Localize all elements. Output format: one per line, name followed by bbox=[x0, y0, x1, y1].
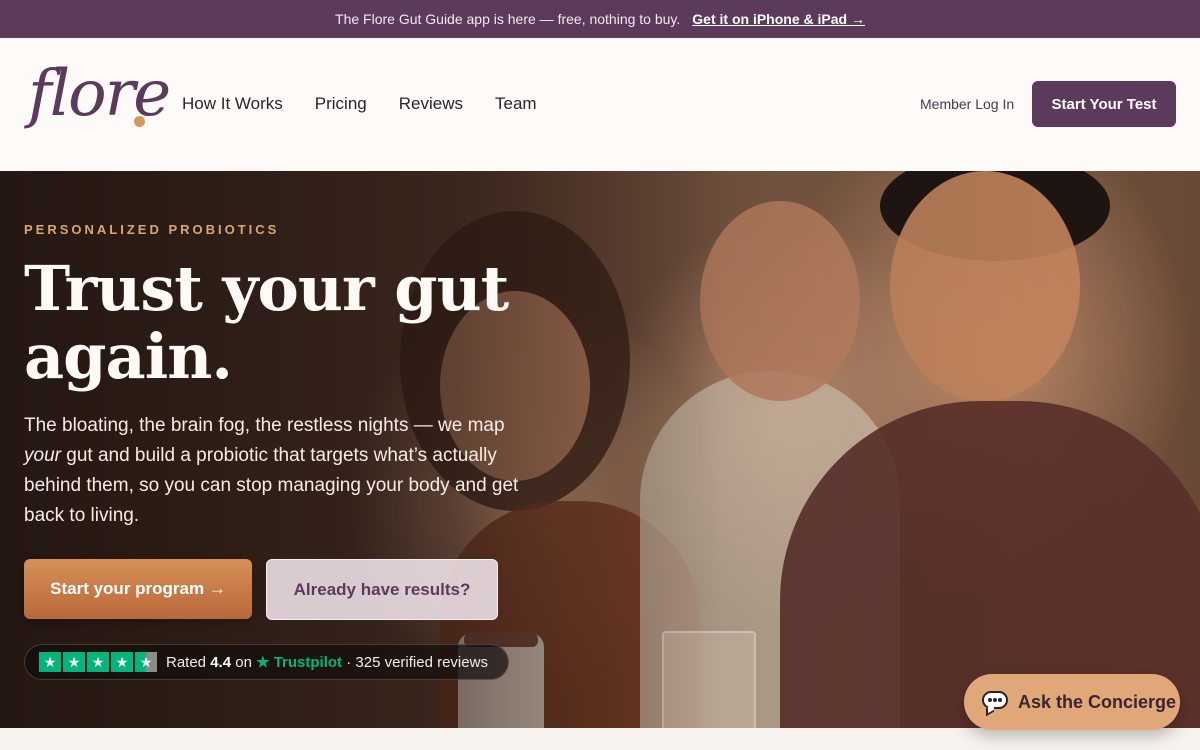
trustpilot-brand: ★ Trustpilot bbox=[256, 654, 343, 671]
star-icon: ★ bbox=[111, 652, 133, 672]
page-below-fold bbox=[0, 728, 1200, 750]
bubble-dot bbox=[988, 698, 992, 702]
rating-stars: ★ ★ ★ ★ ★ bbox=[39, 652, 157, 672]
member-login-link[interactable]: Member Log In bbox=[920, 96, 1014, 112]
rating-text: Rated 4.4 on ★ Trustpilot · 325 verified… bbox=[166, 653, 488, 671]
star-icon: ★ bbox=[87, 652, 109, 672]
ask-concierge-button[interactable]: Ask the Concierge bbox=[964, 674, 1180, 730]
hero-section: PERSONALIZED PROBIOTICS Trust your gut a… bbox=[0, 171, 1200, 728]
start-program-button[interactable]: Start your program → bbox=[24, 559, 252, 619]
nav-how-it-works[interactable]: How It Works bbox=[182, 94, 283, 114]
site-header: flore How It Works Pricing Reviews Team … bbox=[0, 38, 1200, 171]
main-nav: How It Works Pricing Reviews Team bbox=[182, 94, 537, 114]
rating-suffix: · 325 verified reviews bbox=[346, 654, 488, 671]
hero-eyebrow: PERSONALIZED PROBIOTICS bbox=[24, 222, 280, 237]
nav-team[interactable]: Team bbox=[495, 94, 537, 114]
trustpilot-rating[interactable]: ★ ★ ★ ★ ★ Rated 4.4 on ★ Trustpilot · 32… bbox=[24, 644, 509, 680]
flore-logo[interactable]: flore bbox=[28, 62, 171, 126]
star-icon: ★ bbox=[39, 652, 61, 672]
app-download-link[interactable]: Get it on iPhone & iPad → bbox=[692, 11, 865, 27]
logo-dot bbox=[134, 116, 145, 127]
bubble-dot bbox=[998, 698, 1002, 702]
nav-reviews[interactable]: Reviews bbox=[399, 94, 463, 114]
half-star-icon: ★ bbox=[135, 652, 157, 672]
hero-headline: Trust your gut again. bbox=[24, 252, 509, 393]
concierge-label: Ask the Concierge bbox=[1018, 691, 1177, 712]
lede-text: The bloating, the brain fog, the restles… bbox=[24, 415, 505, 436]
bubble-dot bbox=[993, 698, 997, 702]
rating-prefix: Rated bbox=[166, 654, 207, 671]
star-icon: ★ bbox=[63, 652, 85, 672]
announcement-bar: The Flore Gut Guide app is here — free, … bbox=[0, 0, 1200, 38]
chat-bubble-icon bbox=[982, 691, 1008, 717]
already-have-results-button[interactable]: Already have results? bbox=[266, 559, 498, 620]
rating-score: 4.4 bbox=[210, 654, 232, 671]
hero-lede: The bloating, the brain fog, the restles… bbox=[24, 411, 524, 531]
rating-on: on bbox=[235, 654, 252, 671]
lede-emphasis: your bbox=[24, 445, 61, 466]
announcement-text: The Flore Gut Guide app is here — free, … bbox=[335, 11, 681, 27]
nav-pricing[interactable]: Pricing bbox=[315, 94, 367, 114]
start-your-test-button[interactable]: Start Your Test bbox=[1032, 81, 1176, 127]
lede-text: gut and build a probiotic that targets w… bbox=[24, 445, 519, 526]
